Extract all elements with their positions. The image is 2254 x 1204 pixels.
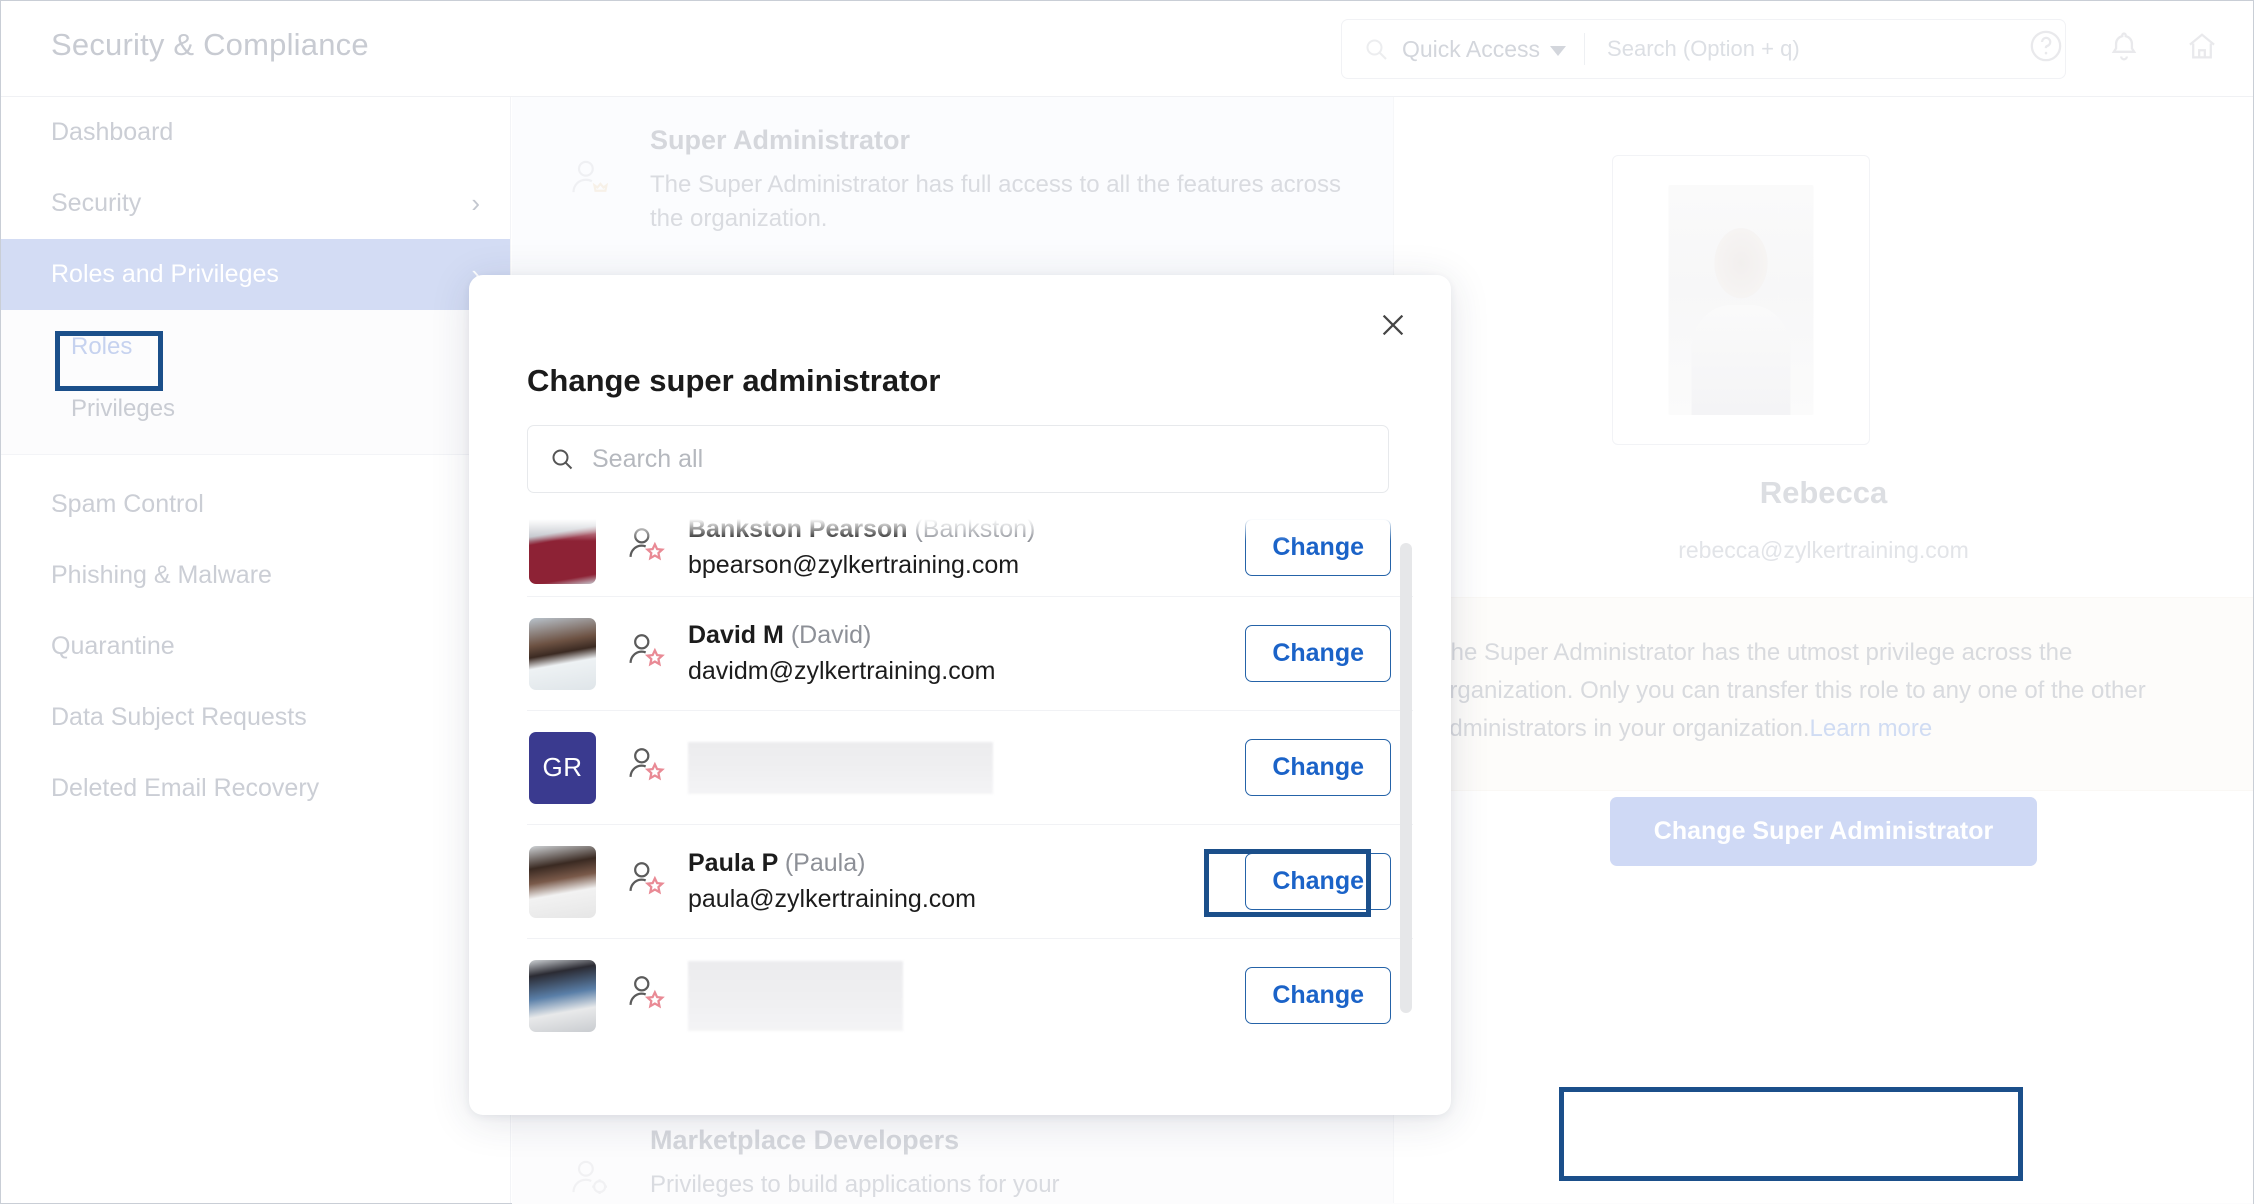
change-button[interactable]: Change — [1245, 967, 1391, 1024]
avatar — [529, 617, 596, 690]
user-email: davidm@zylkertraining.com — [688, 657, 996, 685]
avatar — [529, 515, 596, 584]
close-icon[interactable] — [1371, 303, 1415, 347]
user-nickname: (Paula) — [784, 849, 866, 877]
user-email: bpearson@zylkertraining.com — [688, 551, 1020, 579]
user-fullname: Paula P — [688, 849, 778, 877]
user-star-icon — [626, 744, 672, 791]
user-name: Bankston Pearson (Bankston) — [688, 515, 1245, 544]
list-item[interactable]: David M (David) davidm@zylkertraining.co… — [527, 597, 1413, 711]
user-info — [688, 960, 1245, 1031]
list-item[interactable]: GR Change — [527, 711, 1413, 825]
user-star-icon — [626, 524, 672, 571]
user-info: Paula P (Paula) paula@zylkertraining.com — [688, 849, 1245, 914]
user-info: Bankston Pearson (Bankston) bpearson@zyl… — [688, 515, 1245, 580]
user-name: Paula P (Paula) — [688, 849, 1245, 878]
user-email: paula@zylkertraining.com — [688, 885, 977, 913]
list-scrollbar[interactable] — [1399, 515, 1413, 1045]
redacted-user-details — [688, 741, 993, 794]
list-item[interactable]: Bankston Pearson (Bankston) bpearson@zyl… — [527, 515, 1413, 597]
app-window: Security & Compliance Quick Access Searc… — [0, 0, 2254, 1204]
user-info: David M (David) davidm@zylkertraining.co… — [688, 621, 1245, 686]
list-item[interactable]: Change — [527, 939, 1413, 1045]
user-star-icon — [626, 972, 672, 1019]
change-button[interactable]: Change — [1245, 853, 1391, 910]
user-nickname: (David) — [790, 621, 872, 649]
redacted-user-details — [688, 960, 903, 1031]
user-star-icon — [626, 858, 672, 905]
search-all-placeholder: Search all — [592, 444, 704, 473]
user-nickname: (Bankston) — [914, 515, 1036, 543]
search-icon — [550, 447, 574, 471]
user-info — [688, 741, 1245, 794]
avatar-initials: GR — [529, 731, 596, 804]
administrator-list[interactable]: Bankston Pearson (Bankston) bpearson@zyl… — [527, 515, 1413, 1045]
change-super-administrator-dialog: Change super administrator Search all Ba… — [469, 275, 1451, 1115]
user-name: David M (David) — [688, 621, 1245, 650]
user-fullname: David M — [688, 621, 784, 649]
user-fullname: Bankston Pearson — [688, 515, 908, 543]
scrollbar-thumb[interactable] — [1400, 543, 1412, 1013]
dialog-title: Change super administrator — [527, 363, 941, 398]
list-item[interactable]: Paula P (Paula) paula@zylkertraining.com… — [527, 825, 1413, 939]
search-all-field[interactable]: Search all — [527, 425, 1389, 493]
user-star-icon — [626, 630, 672, 677]
change-button[interactable]: Change — [1245, 739, 1391, 796]
avatar — [529, 959, 596, 1032]
change-button[interactable]: Change — [1245, 625, 1391, 682]
avatar — [529, 845, 596, 918]
change-button[interactable]: Change — [1245, 519, 1391, 576]
